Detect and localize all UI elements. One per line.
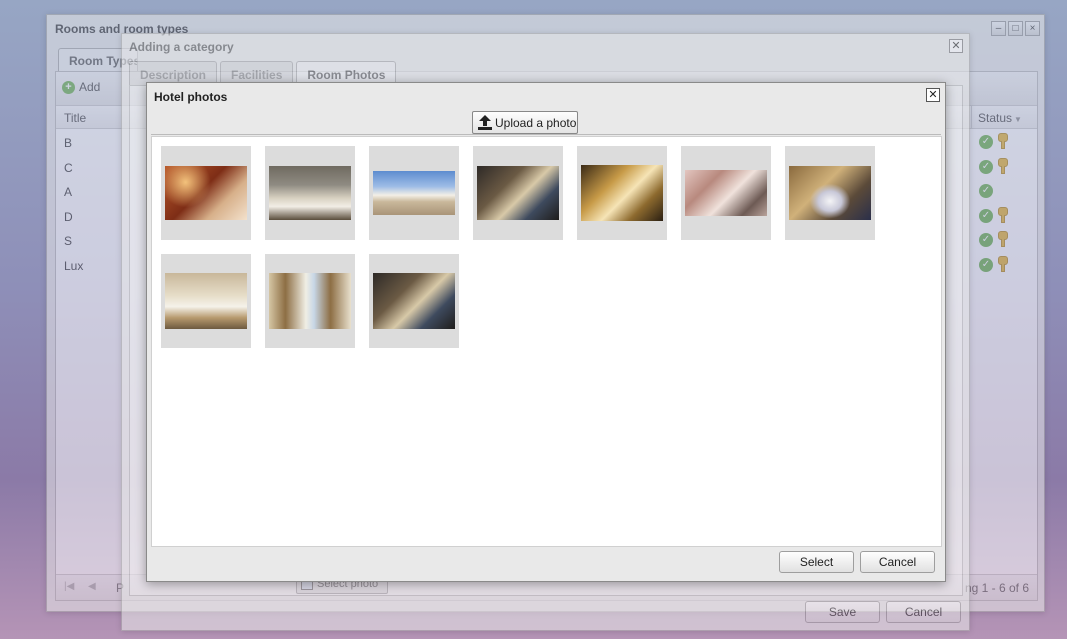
row-title: C — [64, 160, 73, 175]
cancel-button[interactable]: Cancel — [860, 551, 935, 573]
column-status[interactable]: Status ▼ — [971, 106, 1037, 129]
hotel-photo-8 — [165, 273, 247, 329]
row-title: Lux — [64, 259, 84, 273]
window-controls: – □ × — [991, 21, 1040, 36]
hotel-photo-2 — [269, 166, 351, 220]
first-page-icon[interactable]: |◀ — [64, 581, 74, 592]
photo-thumbnail[interactable] — [369, 254, 459, 348]
upload-photo-button[interactable]: Upload a photo — [472, 111, 578, 134]
sort-arrow-icon: ▼ — [1014, 115, 1022, 124]
key-icon[interactable] — [997, 133, 1009, 149]
hotel-photos-dialog: Hotel photos ✕ Upload a photo Select Can… — [146, 82, 946, 582]
key-icon[interactable] — [997, 206, 1009, 223]
check-circle-icon: ✓ — [979, 159, 993, 174]
hotel-photo-3 — [373, 171, 455, 215]
hotel-photo-6 — [685, 170, 767, 216]
hotel-photo-9 — [269, 273, 351, 329]
pager-info: ng 1 - 6 of 6 — [964, 581, 1029, 595]
photo-gallery — [151, 136, 942, 547]
column-status-label: Status — [978, 111, 1013, 125]
column-title[interactable]: Title — [64, 111, 86, 125]
check-circle-icon: ✓ — [979, 233, 993, 248]
row-title: S — [64, 234, 73, 249]
photo-thumbnail[interactable] — [265, 146, 355, 240]
key-icon[interactable] — [997, 231, 1009, 248]
photo-thumbnail[interactable] — [785, 146, 875, 240]
select-button[interactable]: Select — [779, 551, 854, 573]
key-icon[interactable] — [997, 256, 1009, 272]
upload-icon — [478, 115, 492, 130]
minimize-icon[interactable]: – — [991, 21, 1006, 36]
add-icon: + — [62, 80, 75, 94]
dialog-title: Hotel photos — [154, 90, 228, 104]
photo-thumbnail[interactable] — [473, 146, 563, 240]
photo-thumbnail[interactable] — [577, 146, 667, 240]
save-button[interactable]: Save — [805, 601, 880, 623]
hotel-photo-5 — [581, 165, 663, 221]
check-circle-icon: ✓ — [979, 208, 993, 223]
close-icon[interactable]: ✕ — [926, 88, 940, 102]
hotel-photo-1 — [165, 166, 247, 220]
close-icon[interactable]: ✕ — [949, 39, 963, 53]
key-icon[interactable] — [997, 157, 1009, 174]
check-circle-icon: ✓ — [979, 258, 993, 272]
prev-page-icon[interactable]: ◀ — [88, 581, 96, 592]
hotel-photo-10 — [373, 273, 455, 329]
hotel-photo-7 — [789, 166, 871, 220]
row-title: D — [64, 209, 73, 224]
check-circle-icon: ✓ — [979, 135, 993, 149]
close-icon[interactable]: × — [1025, 21, 1040, 36]
add-button[interactable]: + Add — [62, 80, 100, 94]
maximize-icon[interactable]: □ — [1008, 21, 1023, 36]
photo-thumbnail[interactable] — [369, 146, 459, 240]
photo-thumbnail[interactable] — [681, 146, 771, 240]
upload-bar: Upload a photo — [151, 108, 941, 135]
row-title: A — [64, 185, 73, 200]
check-circle-icon: ✓ — [979, 184, 993, 199]
category-window-title: Adding a category — [129, 40, 234, 54]
hotel-photo-4 — [477, 166, 559, 220]
photo-thumbnail[interactable] — [161, 254, 251, 348]
photo-thumbnail[interactable] — [265, 254, 355, 348]
row-title: B — [64, 136, 73, 150]
cancel-button[interactable]: Cancel — [886, 601, 961, 623]
upload-photo-label: Upload a photo — [495, 116, 577, 130]
photo-thumbnail[interactable] — [161, 146, 251, 240]
add-label: Add — [79, 80, 101, 94]
dialog-footer: Select Cancel — [147, 547, 945, 581]
